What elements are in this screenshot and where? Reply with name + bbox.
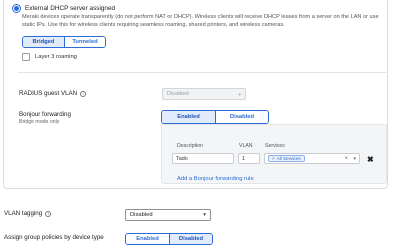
mode-toggle: Bridged Tunneled — [22, 36, 106, 48]
close-icon[interactable]: × — [272, 156, 275, 161]
layer3-roaming-row[interactable]: Layer 3 roaming — [22, 53, 77, 61]
chevron-down-icon: ▾ — [203, 212, 206, 218]
bonjour-toggle: Enabled Disabled — [161, 110, 269, 124]
chevron-down-icon: ▾ — [238, 92, 241, 98]
add-bonjour-rule-link[interactable]: Add a Bonjour forwarding rule — [177, 176, 254, 182]
clear-icon[interactable]: × — [344, 156, 348, 162]
layer3-roaming-checkbox[interactable] — [22, 53, 30, 61]
dhcp-external-description: Meraki devices operate transparently (do… — [22, 14, 379, 28]
radius-guest-vlan-value: Disabled — [167, 91, 189, 97]
vlan-tagging-label: VLAN tagging i — [4, 210, 52, 217]
section-divider — [18, 72, 388, 73]
info-icon[interactable]: i — [80, 90, 87, 97]
mode-bridged-button[interactable]: Bridged — [23, 37, 64, 47]
bonjour-rules-table: Description VLAN Services Tado 1 × All S… — [161, 124, 387, 184]
rule-description-input[interactable]: Tado — [172, 153, 234, 164]
column-header-description: Description — [177, 143, 203, 149]
chevron-down-icon[interactable]: ▾ — [353, 156, 356, 162]
radius-guest-vlan-text: RADIUS guest VLAN — [19, 90, 78, 97]
bonjour-enabled-button[interactable]: Enabled — [162, 111, 215, 123]
column-header-vlan: VLAN — [239, 143, 253, 149]
delete-rule-icon[interactable]: ✖ — [367, 155, 374, 164]
vlan-tagging-text: VLAN tagging — [4, 210, 43, 217]
group-policies-disabled-button[interactable]: Disabled — [168, 234, 212, 244]
radius-guest-vlan-select: Disabled ▾ — [162, 88, 246, 100]
info-icon[interactable]: i — [45, 210, 52, 217]
mode-tunneled-button[interactable]: Tunneled — [63, 37, 105, 47]
service-chip-label: All Services — [276, 156, 301, 161]
column-header-services: Services — [265, 143, 285, 149]
vlan-tagging-select[interactable]: Disabled ▾ — [125, 209, 211, 221]
radius-guest-vlan-label: RADIUS guest VLAN i — [19, 90, 87, 97]
group-policies-label: Assign group policies by device type — [4, 234, 104, 241]
dhcp-external-label: External DHCP server assigned — [25, 5, 116, 12]
rule-vlan-input[interactable]: 1 — [238, 153, 260, 164]
rule-services-select[interactable]: × All Services × ▾ — [264, 153, 360, 164]
radio-selected-dot — [14, 6, 19, 11]
radio-button[interactable] — [12, 4, 21, 13]
bonjour-forwarding-sublabel: Bridge mode only — [19, 119, 60, 125]
layer3-roaming-label: Layer 3 roaming — [35, 54, 77, 60]
bonjour-forwarding-label: Bonjour forwarding — [19, 111, 71, 118]
client-ip-assignment-panel: External DHCP server assigned Meraki dev… — [3, 0, 388, 189]
group-policies-enabled-button[interactable]: Enabled — [126, 234, 169, 244]
service-chip[interactable]: × All Services — [268, 155, 305, 162]
bonjour-disabled-button[interactable]: Disabled — [214, 111, 268, 123]
dhcp-external-option[interactable]: External DHCP server assigned — [12, 4, 115, 13]
group-policies-toggle: Enabled Disabled — [125, 233, 213, 245]
vlan-tagging-value: Disabled — [130, 212, 153, 218]
